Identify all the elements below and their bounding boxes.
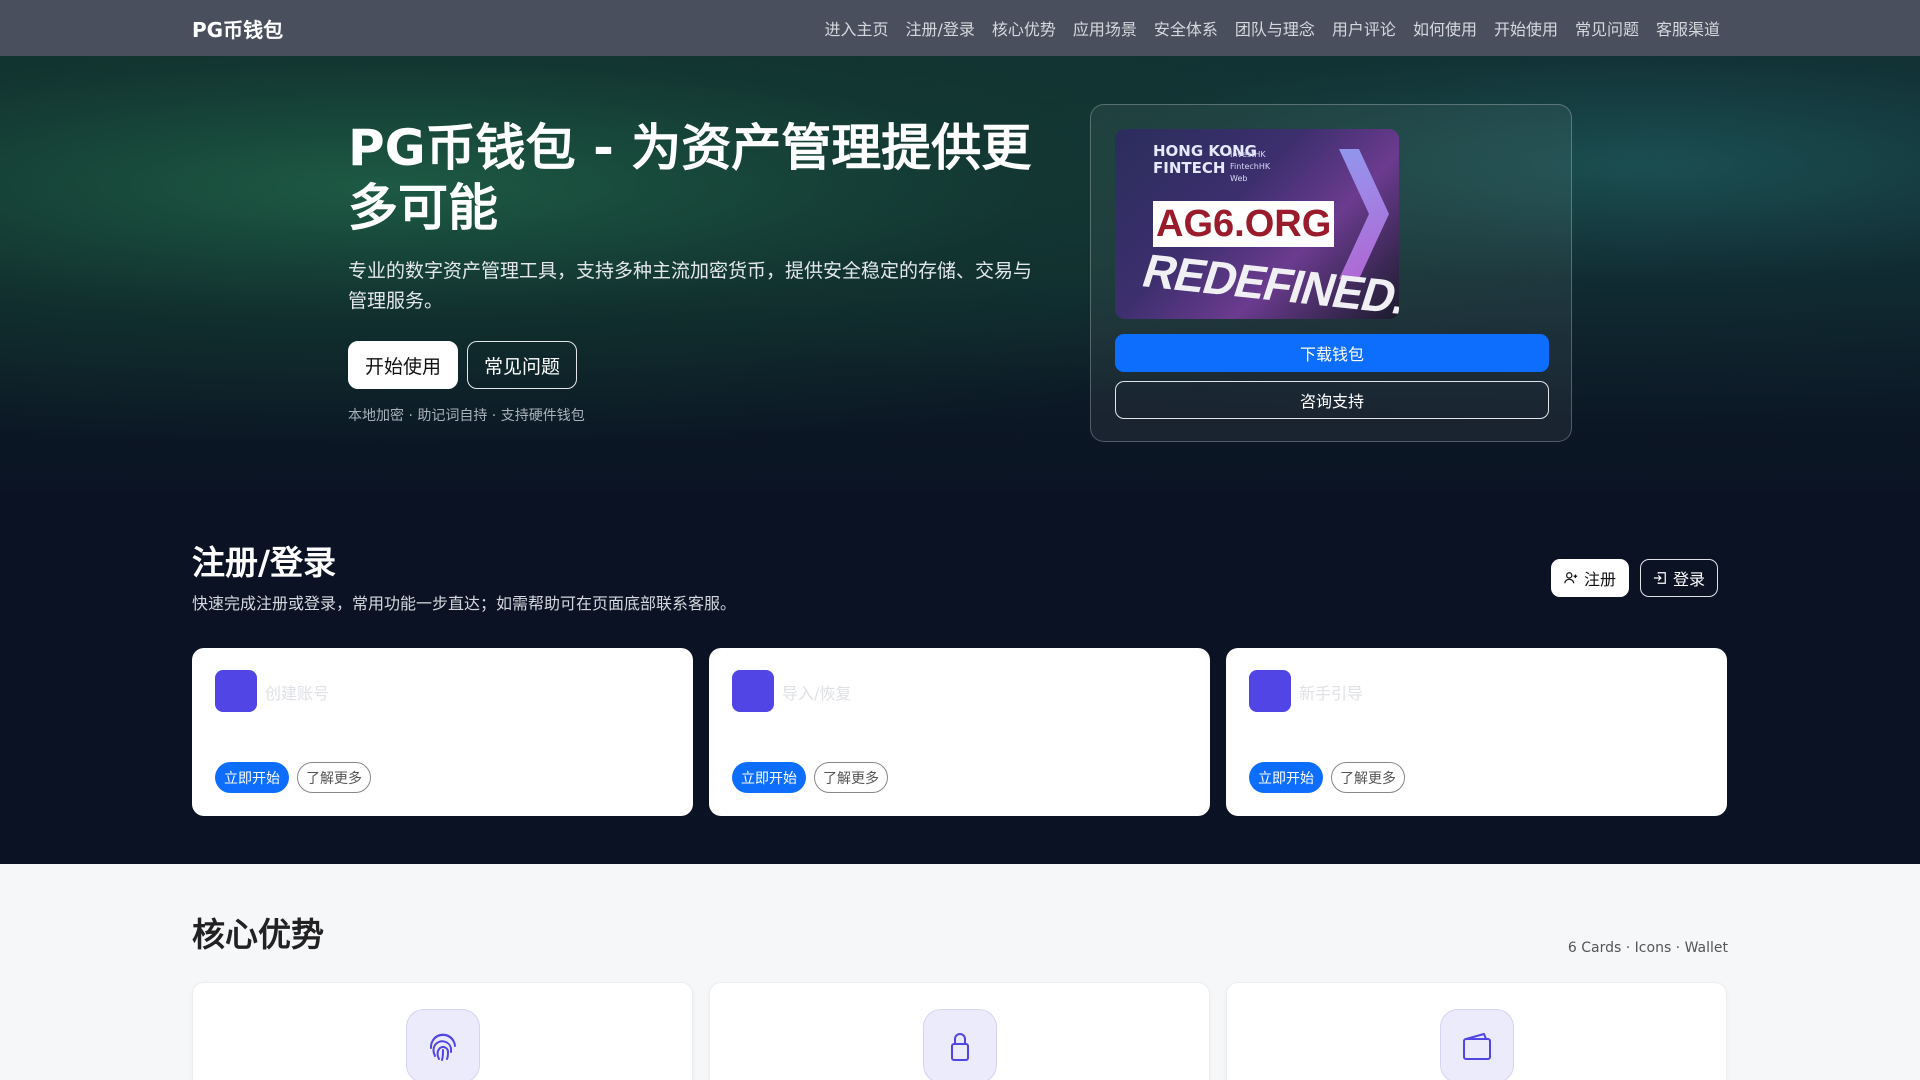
create-account-icon: [215, 670, 257, 712]
user-plus-icon: [1564, 572, 1578, 584]
signup-label: 注册: [1584, 570, 1617, 589]
fingerprint-icon: [406, 1009, 480, 1080]
nav-link-home[interactable]: 进入主页: [824, 16, 888, 40]
beginner-guide-card: 新手引导 立即开始 了解更多: [1226, 648, 1727, 816]
import-restore-label: 导入/恢复: [782, 684, 852, 703]
consult-support-button[interactable]: 咨询支持: [1115, 381, 1549, 419]
nav-link-support[interactable]: 客服渠道: [1656, 16, 1720, 40]
auth-actions: 注册 登录: [1551, 559, 1719, 597]
card-actions: 立即开始 了解更多: [1249, 762, 1405, 793]
promo-image-fintech: FINTECH: [1153, 159, 1226, 177]
import-restore-icon: [732, 670, 774, 712]
nav-link-security[interactable]: 安全体系: [1154, 16, 1218, 40]
nav-links: 进入主页 注册/登录 核心优势 应用场景 安全体系 团队与理念 用户评论 如何使…: [824, 16, 1720, 40]
beginner-guide-icon: [1249, 670, 1291, 712]
nav-link-advantages[interactable]: 核心优势: [992, 16, 1056, 40]
nav-link-register[interactable]: 注册/登录: [905, 16, 974, 40]
start-now-button[interactable]: 立即开始: [1249, 762, 1323, 793]
get-started-button[interactable]: 开始使用: [348, 341, 459, 389]
card-actions: 立即开始 了解更多: [732, 762, 888, 793]
register-cards: 创建账号 立即开始 了解更多 导入/恢复 立即开始 了解更多 新手引导 立即开始…: [192, 648, 1727, 816]
core-cards: [192, 982, 1727, 1080]
nav-link-faq[interactable]: 常见问题: [1575, 16, 1639, 40]
learn-more-button[interactable]: 了解更多: [1331, 762, 1405, 793]
login-label: 登录: [1673, 570, 1706, 589]
promo-image-sponsors: InvestHK FintechHK Web: [1230, 149, 1270, 185]
advantage-card: [192, 982, 693, 1080]
import-restore-card: 导入/恢复 立即开始 了解更多: [709, 648, 1210, 816]
promo-image-watermark: AG6.ORG: [1153, 201, 1335, 247]
core-section-title: 核心优势: [192, 915, 324, 954]
advantage-card: [709, 982, 1210, 1080]
hero-buttons: 开始使用 常见问题: [348, 341, 578, 389]
wallet-icon: [1440, 1009, 1514, 1080]
start-now-button[interactable]: 立即开始: [732, 762, 806, 793]
register-login-section: 注册/登录 快速完成注册或登录，常用功能一步直达；如需帮助可在页面底部联系客服。…: [0, 492, 1920, 864]
nav-link-howto[interactable]: 如何使用: [1413, 16, 1477, 40]
lock-icon: [923, 1009, 997, 1080]
hero-title: PG币钱包 - 为资产管理提供更多可能: [348, 119, 1032, 237]
nav-link-scenarios[interactable]: 应用场景: [1073, 16, 1137, 40]
login-button[interactable]: 登录: [1640, 559, 1719, 597]
promo-sponsor-3: Web: [1230, 174, 1248, 183]
promo-image-arrow-graphic: [1339, 149, 1389, 279]
core-section-meta: 6 Cards · Icons · Wallet: [1567, 940, 1728, 956]
learn-more-button[interactable]: 了解更多: [297, 762, 371, 793]
download-wallet-button[interactable]: 下载钱包: [1115, 334, 1549, 372]
core-advantages-section: 核心优势 6 Cards · Icons · Wallet: [0, 864, 1920, 1080]
card-actions: 立即开始 了解更多: [215, 762, 371, 793]
create-account-label: 创建账号: [265, 684, 330, 703]
nav-link-team[interactable]: 团队与理念: [1235, 16, 1315, 40]
advantage-card: [1226, 982, 1727, 1080]
promo-image: HONG KONG FINTECH InvestHK FintechHK Web…: [1115, 129, 1399, 319]
brand-logo[interactable]: PG币钱包: [192, 14, 283, 43]
top-navbar: PG币钱包 进入主页 注册/登录 核心优势 应用场景 安全体系 团队与理念 用户…: [0, 0, 1920, 56]
faq-button[interactable]: 常见问题: [467, 341, 578, 389]
hero-feature-note: 本地加密 · 助记词自持 · 支持硬件钱包: [348, 408, 585, 424]
learn-more-button[interactable]: 了解更多: [814, 762, 888, 793]
signup-button[interactable]: 注册: [1551, 559, 1630, 597]
promo-sponsor-2: FintechHK: [1230, 162, 1271, 171]
hero-section: PG币钱包 - 为资产管理提供更多可能 专业的数字资产管理工具，支持多种主流加密…: [0, 56, 1920, 492]
beginner-guide-label: 新手引导: [1299, 684, 1364, 703]
register-section-description: 快速完成注册或登录，常用功能一步直达；如需帮助可在页面底部联系客服。: [192, 594, 737, 613]
start-now-button[interactable]: 立即开始: [215, 762, 289, 793]
create-account-card: 创建账号 立即开始 了解更多: [192, 648, 693, 816]
nav-link-reviews[interactable]: 用户评论: [1332, 16, 1396, 40]
register-section-title: 注册/登录: [192, 543, 337, 582]
download-card: HONG KONG FINTECH InvestHK FintechHK Web…: [1090, 104, 1572, 442]
login-icon: [1653, 572, 1666, 584]
promo-sponsor-1: InvestHK: [1230, 150, 1266, 159]
nav-link-getstarted[interactable]: 开始使用: [1494, 16, 1558, 40]
hero-subtitle: 专业的数字资产管理工具，支持多种主流加密货币，提供安全稳定的存储、交易与管理服务…: [348, 260, 1033, 312]
